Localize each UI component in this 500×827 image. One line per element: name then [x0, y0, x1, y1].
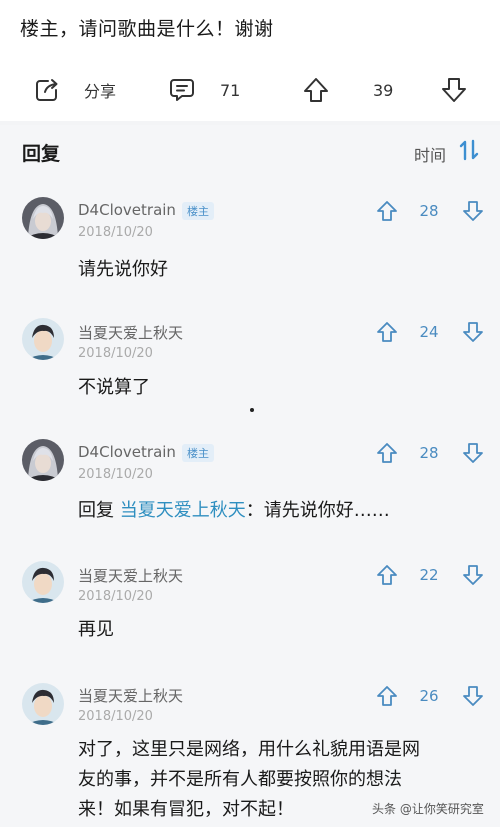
- upvote-icon: [302, 76, 330, 104]
- upvote-icon[interactable]: [376, 564, 398, 590]
- op-badge: 楼主: [182, 444, 214, 462]
- reply-text-line: 对了，这里只是网络，用什么礼貌用语是网: [78, 739, 420, 760]
- upvote-button[interactable]: [302, 62, 330, 118]
- downvote-icon: [440, 76, 468, 104]
- reply-section: 回复 时间 D4Clovetrain 楼主 2018/10/20 28 请先说你…: [0, 125, 500, 827]
- reply-header: 回复 时间: [0, 125, 500, 177]
- watermark: 头条 @让你笑研究室: [372, 802, 484, 816]
- avatar[interactable]: [22, 318, 64, 360]
- reply-text: 不说算了: [78, 377, 150, 398]
- downvote-icon[interactable]: [462, 200, 484, 226]
- downvote-icon[interactable]: [462, 685, 484, 711]
- vote-count: 28: [419, 202, 439, 220]
- reply-text-line: 友的事，并不是所有人都要按照你的想法: [78, 769, 402, 790]
- mention-link[interactable]: 当夏天爱上秋天: [120, 500, 246, 521]
- share-button[interactable]: 分享: [34, 62, 116, 118]
- username[interactable]: 当夏天爱上秋天: [78, 685, 183, 706]
- downvote-icon[interactable]: [462, 321, 484, 347]
- reply-date: 2018/10/20: [78, 467, 153, 482]
- action-bar: 分享 71 39: [0, 62, 500, 118]
- reply-date: 2018/10/20: [78, 225, 153, 240]
- vote-count: 22: [419, 566, 439, 584]
- vote-count: 24: [419, 323, 439, 341]
- share-icon: [34, 77, 60, 103]
- username[interactable]: 当夏天爱上秋天: [78, 322, 183, 343]
- sort-label[interactable]: 时间: [414, 142, 446, 166]
- upvote-icon[interactable]: [376, 321, 398, 347]
- avatar[interactable]: [22, 197, 64, 239]
- upvote-icon[interactable]: [376, 200, 398, 226]
- share-label: 分享: [84, 82, 117, 101]
- reply-date: 2018/10/20: [78, 709, 153, 724]
- upvote-count: 39: [373, 80, 394, 100]
- downvote-icon[interactable]: [462, 442, 484, 468]
- comment-button[interactable]: 71: [169, 62, 240, 118]
- reply-text: 再见: [78, 619, 114, 640]
- reply-date: 2018/10/20: [78, 589, 153, 604]
- sort-icon[interactable]: [459, 139, 479, 165]
- op-badge: 楼主: [182, 202, 214, 220]
- post-question: 楼主，请问歌曲是什么！谢谢: [20, 18, 274, 40]
- avatar[interactable]: [22, 683, 64, 725]
- downvote-icon[interactable]: [462, 564, 484, 590]
- reply-heading: 回复: [22, 143, 61, 165]
- reply-prefix: 回复: [78, 500, 120, 521]
- vote-count: 26: [419, 687, 439, 705]
- reply-date: 2018/10/20: [78, 346, 153, 361]
- username[interactable]: 当夏天爱上秋天: [78, 565, 183, 586]
- reply-text: 请先说你好: [78, 259, 168, 280]
- reply-content: ：请先说你好……: [245, 500, 390, 521]
- vote-count: 28: [419, 444, 439, 462]
- username[interactable]: D4Clovetrain: [78, 443, 176, 461]
- downvote-button[interactable]: [440, 62, 468, 118]
- avatar[interactable]: [22, 439, 64, 481]
- avatar[interactable]: [22, 561, 64, 603]
- upvote-icon[interactable]: [376, 442, 398, 468]
- upvote-icon[interactable]: [376, 685, 398, 711]
- comment-count: 71: [220, 80, 241, 100]
- username[interactable]: D4Clovetrain: [78, 201, 176, 219]
- reply-text: 回复 当夏天爱上秋天：请先说你好……: [78, 496, 478, 526]
- stray-dot: [250, 408, 254, 412]
- comment-icon: [169, 77, 195, 103]
